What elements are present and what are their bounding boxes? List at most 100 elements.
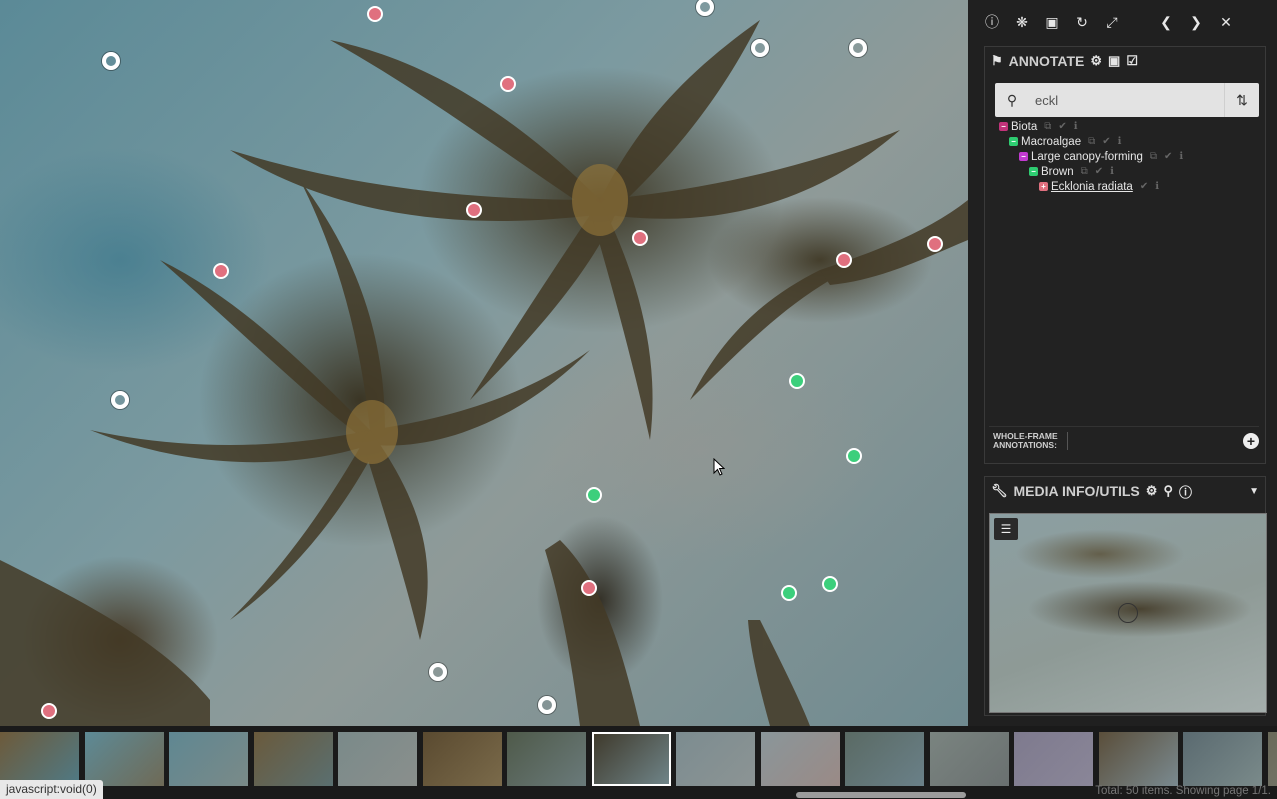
info-icon[interactable]: ⓘ — [980, 10, 1004, 34]
filmstrip-thumbnail[interactable] — [169, 732, 248, 786]
filmstrip-thumbnail[interactable] — [760, 732, 840, 786]
filmstrip-thumbnail[interactable] — [338, 732, 417, 786]
horizontal-scrollbar[interactable] — [796, 792, 966, 798]
annotate-panel: ⚑ ANNOTATE ⚙ ▣ ☑ ⚲ ⇅ −Biota⧉✔ℹ−Macroalga… — [984, 46, 1266, 464]
expand-icon[interactable]: + — [1039, 182, 1048, 191]
label-tree-node[interactable]: − Macroalgae ⧉ ✔ ℹ — [985, 134, 1265, 149]
wrench-icon: 🔧︎ — [991, 483, 1008, 498]
check-icon[interactable]: ✔ — [1058, 121, 1066, 132]
annotation-point-labeled[interactable] — [927, 236, 943, 252]
label-tree-node-label[interactable]: Biota — [1011, 121, 1037, 133]
gear-icon[interactable]: ⚙ — [1090, 53, 1102, 69]
film-icon[interactable]: ▣ — [1040, 10, 1064, 34]
gear-icon[interactable]: ⚙ — [1146, 483, 1158, 499]
status-bar-link: javascript:void(0) — [0, 780, 103, 799]
label-tree-node-label[interactable]: Large canopy-forming — [1031, 151, 1143, 163]
annotation-point-labeled[interactable] — [836, 252, 852, 268]
zoom-target-ring — [1118, 603, 1138, 623]
add-icon[interactable]: + — [1243, 433, 1259, 449]
annotation-point-labeled[interactable] — [367, 6, 383, 22]
annotation-image[interactable] — [0, 0, 968, 726]
filmstrip-thumbnail[interactable] — [845, 732, 924, 786]
collapse-icon[interactable]: − — [1029, 167, 1038, 176]
filmstrip-thumbnail[interactable] — [591, 732, 671, 786]
info-icon[interactable]: ℹ — [1179, 151, 1183, 162]
sort-icon[interactable]: ⇅ — [1224, 83, 1259, 117]
checkbox-icon[interactable]: ☑ — [1126, 53, 1138, 69]
caret-down-icon[interactable]: ▼ — [1249, 486, 1259, 497]
annotation-point-labeled[interactable] — [466, 202, 482, 218]
filmstrip-thumbnail[interactable] — [676, 732, 755, 786]
label-tree-node-label[interactable]: Brown — [1041, 166, 1074, 178]
filmstrip-thumbnail[interactable] — [0, 732, 79, 786]
annotation-point-unlabeled[interactable] — [111, 391, 129, 409]
check-icon[interactable]: ✔ — [1102, 136, 1110, 147]
filmstrip-thumbnail[interactable] — [253, 732, 333, 786]
filmstrip-thumbnail[interactable] — [422, 732, 502, 786]
filmstrip-thumbnail[interactable] — [1098, 732, 1178, 786]
close-icon[interactable]: ✕ — [1214, 10, 1238, 34]
tags-icon: ⚑ — [991, 53, 1003, 68]
info-icon[interactable]: ⓘ — [1179, 482, 1192, 501]
filmstrip-thumbnail[interactable] — [84, 732, 164, 786]
annotation-point-unlabeled[interactable] — [849, 39, 867, 57]
mouse-cursor-icon — [713, 458, 725, 476]
refresh-icon[interactable]: ↻ — [1070, 10, 1094, 34]
filmstrip-thumbnail[interactable] — [1267, 732, 1277, 786]
search-icon: ⚲ — [1006, 91, 1018, 108]
label-tree-node-label[interactable]: Ecklonia radiata — [1051, 181, 1133, 193]
info-icon[interactable]: ℹ — [1110, 166, 1114, 177]
annotation-point-selected[interactable] — [781, 585, 797, 601]
chevron-left-icon[interactable]: ❮ — [1154, 10, 1178, 34]
collapse-icon[interactable]: − — [999, 122, 1008, 131]
annotation-point-unlabeled[interactable] — [538, 696, 556, 714]
label-tree-node[interactable]: − Biota ⧉ ✔ ℹ — [985, 119, 1265, 134]
check-icon[interactable]: ✔ — [1140, 181, 1148, 192]
media-header: 🔧︎ MEDIA INFO/UTILS ⚙ ⚲ ⓘ ▼ — [985, 477, 1265, 505]
label-tree-node[interactable]: − Brown ⧉ ✔ ℹ — [985, 164, 1265, 179]
annotation-point-selected[interactable] — [846, 448, 862, 464]
panel-toolbar: ⓘ ❋ ▣ ↻ ⤢ ❮ ❯ ✕ — [980, 6, 1238, 38]
annotation-point-selected[interactable] — [822, 576, 838, 592]
annotation-point-labeled[interactable] — [213, 263, 229, 279]
label-tree: − Biota ⧉ ✔ ℹ − Macroalgae ⧉ ✔ ℹ − Large canopy-for… — [985, 119, 1265, 194]
info-icon[interactable]: ℹ — [1155, 181, 1159, 192]
collapse-icon[interactable]: − — [1009, 137, 1018, 146]
check-icon[interactable]: ✔ — [1164, 151, 1172, 162]
filmstrip-thumbnail[interactable] — [1183, 732, 1262, 786]
label-tree-node[interactable]: − Large canopy-forming ⧉ ✔ ℹ — [985, 149, 1265, 164]
search-input[interactable] — [1029, 83, 1224, 117]
annotate-title: ANNOTATE — [1008, 53, 1085, 69]
whole-frame-annotations: WHOLE-FRAME ANNOTATIONS: + — [989, 426, 1259, 455]
annotation-point-unlabeled[interactable] — [751, 39, 769, 57]
info-icon[interactable]: ℹ — [1118, 136, 1122, 147]
annotation-point-unlabeled[interactable] — [429, 663, 447, 681]
sliders-icon[interactable]: ☰ — [994, 518, 1018, 540]
chevron-right-icon[interactable]: ❯ — [1184, 10, 1208, 34]
filmstrip-thumbnail[interactable] — [929, 732, 1009, 786]
annotation-point-selected[interactable] — [789, 373, 805, 389]
label-tree-node-label[interactable]: Macroalgae — [1021, 136, 1081, 148]
copy-icon[interactable]: ⧉ — [1044, 121, 1051, 132]
filmstrip-thumbnail[interactable] — [1014, 732, 1093, 786]
copy-icon[interactable]: ⧉ — [1150, 151, 1157, 162]
annotation-point-unlabeled[interactable] — [102, 52, 120, 70]
info-icon[interactable]: ℹ — [1074, 121, 1078, 132]
filmstrip-thumbnail[interactable] — [507, 732, 586, 786]
annotation-point-labeled[interactable] — [41, 703, 57, 719]
zoom-icon[interactable]: ⚲ — [1163, 483, 1173, 499]
collapse-icon[interactable]: − — [1019, 152, 1028, 161]
bug-icon[interactable]: ❋ — [1010, 10, 1034, 34]
copy-icon[interactable]: ⧉ — [1088, 136, 1095, 147]
annotation-point-labeled[interactable] — [632, 230, 648, 246]
check-icon[interactable]: ✔ — [1095, 166, 1103, 177]
zoom-preview[interactable]: ☰ — [989, 513, 1267, 713]
annotation-point-labeled[interactable] — [500, 76, 516, 92]
image-icon[interactable]: ▣ — [1108, 53, 1120, 69]
annotation-point-labeled[interactable] — [581, 580, 597, 596]
annotation-point-selected[interactable] — [586, 487, 602, 503]
expand-icon[interactable]: ⤢ — [1100, 10, 1124, 34]
copy-icon[interactable]: ⧉ — [1081, 166, 1088, 177]
label-tree-node[interactable]: + Ecklonia radiata ✔ ℹ — [985, 179, 1265, 194]
